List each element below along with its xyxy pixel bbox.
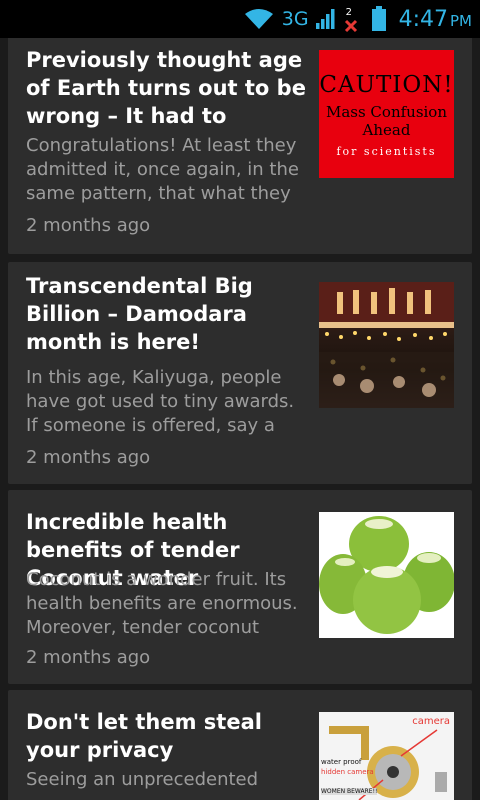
clock-time: 4:47: [398, 6, 448, 32]
signal-icon: [315, 9, 335, 29]
article-card[interactable]: Transcendental Big Billion – Damodara mo…: [8, 262, 472, 484]
festival-photo: [319, 282, 454, 408]
article-timestamp: 2 months ago: [26, 447, 151, 468]
wifi-icon: [244, 9, 273, 29]
notification-count: 2: [345, 7, 352, 18]
article-card[interactable]: Don't let them steal your privacy Seeing…: [8, 690, 472, 800]
article-thumbnail[interactable]: camera water proof hidden camera WOMEN B…: [319, 712, 454, 800]
article-snippet: Coconut is a wonder fruit. Its health be…: [26, 569, 298, 638]
article-feed[interactable]: Previously thought age of Earth turns ou…: [0, 38, 480, 800]
article-card[interactable]: Previously thought age of Earth turns ou…: [8, 38, 472, 254]
article-snippet: Congratulations! At least they admitted …: [26, 135, 299, 204]
thumbnail-caption: hidden camera: [321, 768, 374, 776]
thumbnail-caption: camera: [412, 716, 450, 727]
no-sim-icon: [344, 19, 357, 33]
status-bar: 3G 2 4:47 PM: [0, 0, 480, 38]
clock: 4:47 PM: [399, 7, 472, 32]
thumbnail-caption: Mass Confusion: [325, 102, 448, 121]
article-title[interactable]: Transcendental Big Billion – Damodara mo…: [26, 272, 311, 356]
thumbnail-caption: WOMEN BEWARE!!: [321, 788, 378, 795]
article-snippet: Seeing an unprecedented: [26, 769, 259, 790]
network-type: 3G: [281, 8, 309, 30]
status-icons: 3G 2 4:47 PM: [244, 0, 472, 38]
coconut-photo: [319, 516, 454, 634]
battery-icon: [371, 6, 386, 31]
article-title[interactable]: Previously thought age of Earth turns ou…: [26, 46, 311, 130]
sim-status: 2: [343, 4, 359, 34]
article-snippet: In this age, Kaliyuga, people have got u…: [26, 367, 295, 436]
article-timestamp: 2 months ago: [26, 647, 151, 668]
article-thumbnail[interactable]: CAUTION! Mass Confusion Ahead for scient…: [319, 50, 454, 178]
article-timestamp: 2 months ago: [26, 215, 151, 236]
thumbnail-caption: water proof: [321, 758, 362, 766]
article-title[interactable]: Don't let them steal your privacy: [26, 708, 311, 764]
thumbnail-caption: Ahead: [362, 120, 411, 139]
thumbnail-caption: for scientists: [336, 144, 437, 158]
clock-ampm: PM: [450, 11, 472, 30]
article-thumbnail[interactable]: [319, 282, 454, 408]
article-thumbnail[interactable]: [319, 512, 454, 638]
thumbnail-caption: CAUTION!: [319, 71, 454, 98]
article-card[interactable]: Incredible health benefits of tender Coc…: [8, 490, 472, 684]
